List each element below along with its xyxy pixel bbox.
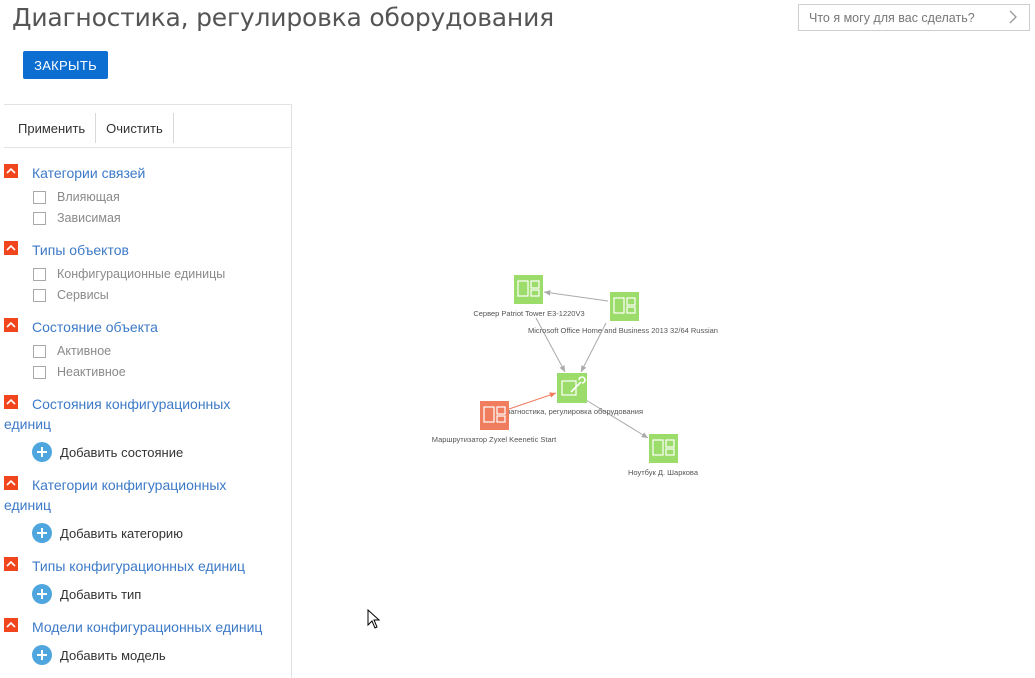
node-center[interactable]: Диагностика, регулировка оборудования [501, 373, 643, 416]
node-label-center: Диагностика, регулировка оборудования [501, 407, 643, 416]
mouse-cursor-icon [367, 609, 381, 629]
node-laptop[interactable]: Ноутбук Д. Шаркова [628, 434, 699, 477]
node-label-laptop: Ноутбук Д. Шаркова [628, 468, 699, 477]
node-label-server: Сервер Patriot Tower E3-1220V3 [473, 309, 584, 318]
relationship-graph: Сервер Patriot Tower E3-1220V3 Microsoft… [432, 275, 718, 477]
node-server[interactable]: Сервер Patriot Tower E3-1220V3 [473, 275, 585, 318]
node-label-office: Microsoft Office Home and Business 2013 … [528, 326, 718, 335]
node-label-router: Маршрутизатор Zyxel Keenetic Start [432, 435, 557, 444]
edge-office-server [543, 290, 609, 302]
edge-center-laptop [585, 399, 649, 439]
